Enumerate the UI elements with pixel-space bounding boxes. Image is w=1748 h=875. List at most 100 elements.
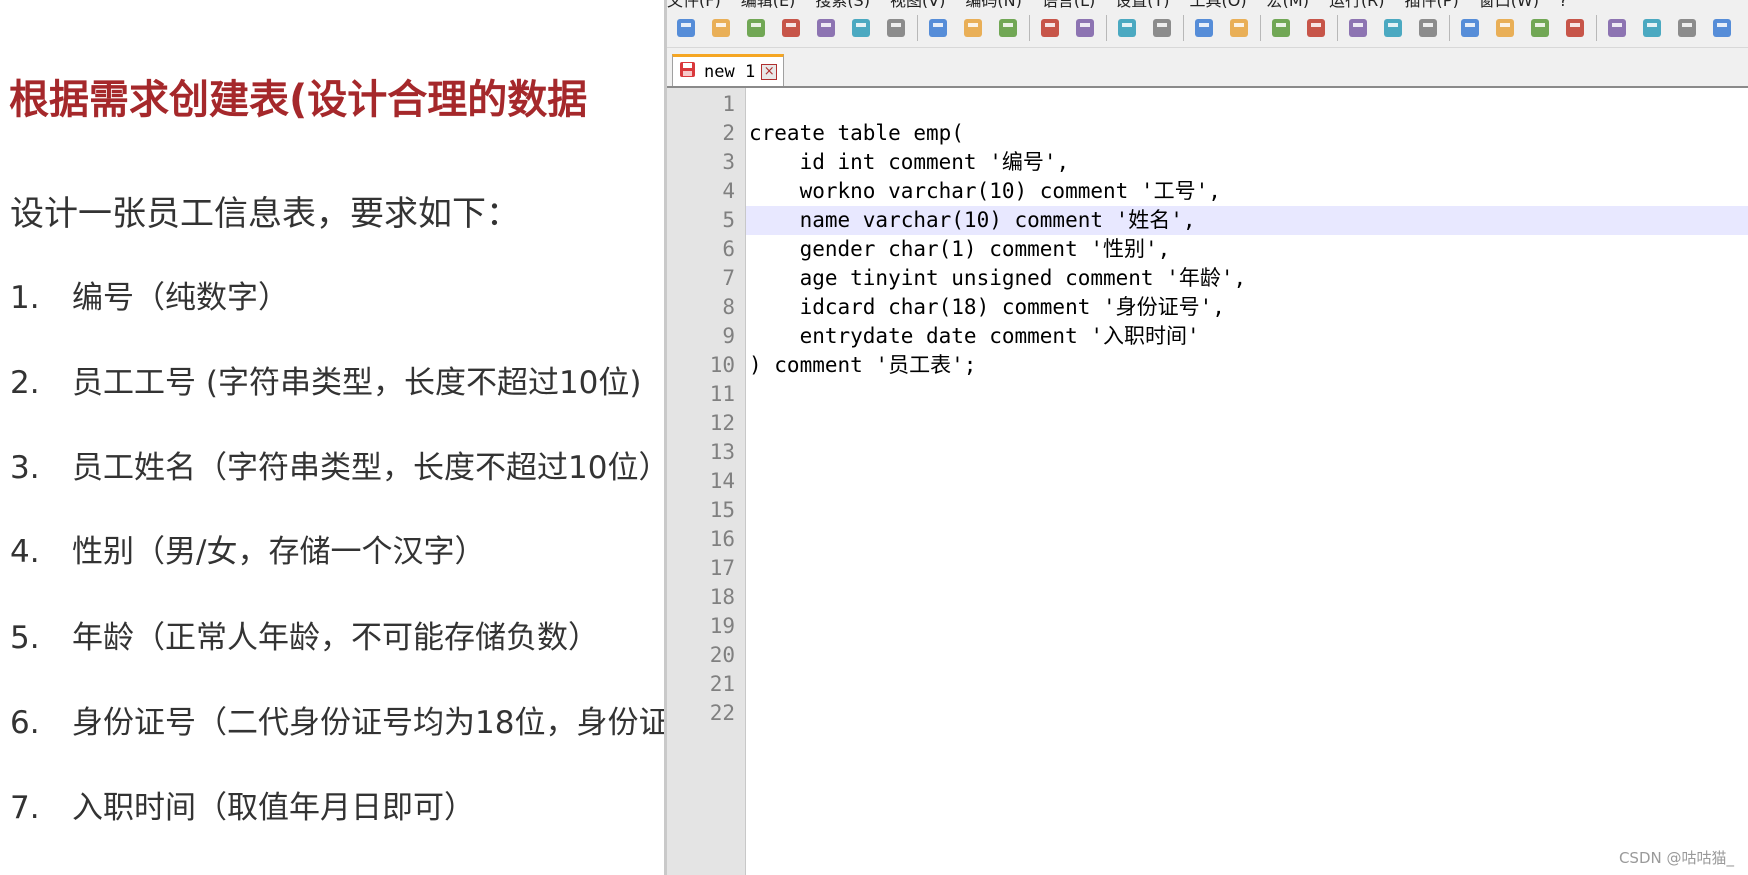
function-list-icon[interactable] [1490, 13, 1520, 43]
requirement-item: 3. 员工姓名（字符串类型，长度不超过10位） [10, 446, 664, 490]
print-icon[interactable] [881, 13, 911, 43]
copy-icon[interactable] [958, 13, 988, 43]
menu-item[interactable]: 视图(V) [890, 0, 945, 8]
toolbar-separator [1183, 14, 1184, 41]
line-number: 22 [709, 701, 735, 725]
screen: 根据需求创建表(设计合理的数据 设计一张员工信息表，要求如下： 1. 编号（纯数字… [0, 0, 1748, 875]
line-number-gutter: 1 2 3 4 5 6 7 8 9 10 11 12 13 14 15 16 17 18 19 20 21 22 [667, 88, 746, 875]
tab-close-icon[interactable]: × [761, 63, 778, 80]
zoom-out-icon[interactable] [1224, 13, 1254, 43]
cut-icon[interactable] [923, 13, 953, 43]
code-editor[interactable]: create table emp( id int comment '编号', w… [746, 88, 1748, 875]
replace-icon[interactable] [1147, 13, 1177, 43]
record-macro-icon[interactable] [1602, 13, 1632, 43]
requirement-number: 5. [10, 620, 40, 656]
line-number: 21 [709, 672, 735, 696]
line-number: 14 [709, 469, 735, 493]
code-line: gender char(1) comment '性别', [749, 237, 1171, 261]
redo-icon[interactable] [1070, 13, 1100, 43]
requirement-item: 2. 员工工号 (字符串类型，长度不超过10位) [10, 361, 642, 405]
menu-item[interactable]: 宏(M) [1267, 0, 1309, 8]
indent-guide-icon[interactable] [1413, 13, 1443, 43]
zoom-in-icon[interactable] [1189, 13, 1219, 43]
save-all-icon[interactable] [776, 13, 806, 43]
line-number: 1 [722, 92, 735, 116]
requirement-number: 4. [10, 534, 40, 570]
line-number: 10 [709, 353, 735, 377]
toolbar-separator [1029, 14, 1030, 41]
line-number: 9 [722, 324, 735, 348]
line-number: 7 [722, 266, 735, 290]
code-line: name varchar(10) comment '姓名', [749, 208, 1196, 232]
tab-bar: new 1 × [667, 48, 1748, 88]
paste-icon[interactable] [993, 13, 1023, 43]
line-number: 2 [722, 121, 735, 145]
monitor-icon[interactable] [1560, 13, 1590, 43]
run-macro-icon[interactable] [1707, 13, 1737, 43]
line-number: 15 [709, 498, 735, 522]
line-number: 6 [722, 237, 735, 261]
code-line: id int comment '编号', [749, 150, 1070, 174]
code-line: idcard char(18) comment '身份证号', [749, 295, 1225, 319]
requirement-number: 1. [10, 280, 40, 316]
menu-item[interactable]: 搜索(S) [815, 0, 870, 8]
doc-map-icon[interactable] [1455, 13, 1485, 43]
new-file-icon[interactable] [671, 13, 701, 43]
menu-item[interactable]: 设置(T) [1115, 0, 1169, 8]
line-number: 12 [709, 411, 735, 435]
line-number: 8 [722, 295, 735, 319]
menu-item[interactable]: 编辑(E) [741, 0, 796, 8]
menu-item[interactable]: 编码(N) [965, 0, 1021, 8]
menu-item[interactable]: 语言(L) [1042, 0, 1095, 8]
undo-icon[interactable] [1035, 13, 1065, 43]
requirement-number: 3. [10, 450, 40, 486]
menu-item[interactable]: 工具(O) [1190, 0, 1247, 8]
close-all-icon[interactable] [846, 13, 876, 43]
toolbar-separator [1449, 14, 1450, 41]
toolbar-separator [1260, 14, 1261, 41]
requirement-text: 性别（男/女，存储一个汉字） [72, 534, 486, 570]
requirement-item: 6. 身份证号（二代身份证号均为18位，身份证 [10, 701, 664, 745]
line-number: 18 [709, 585, 735, 609]
editor-window: 文件(F) 编辑(E) 搜索(S) 视图(V) 编码(N) 语言(L) 设置(T) 工具(O)… [664, 0, 1748, 875]
code-line: ) comment '员工表'; [749, 353, 977, 377]
save-icon[interactable] [741, 13, 771, 43]
tab-label: new 1 [704, 61, 756, 82]
requirement-item: 7. 入职时间（取值年月日即可） [10, 786, 475, 830]
code-line: entrydate date comment '入职时间' [749, 324, 1200, 348]
requirement-text: 年龄（正常人年龄，不可能存储负数） [72, 620, 599, 656]
code-line: workno varchar(10) comment '工号', [749, 179, 1221, 203]
menu-item[interactable]: 窗口(W) [1479, 0, 1539, 8]
menu-item[interactable]: 运行(R) [1329, 0, 1385, 8]
line-number: 11 [709, 382, 735, 406]
toolbar-separator [917, 14, 918, 41]
sync-horizontal-icon[interactable] [1301, 13, 1331, 43]
tab-new-1[interactable]: new 1 × [672, 54, 784, 86]
menu-item[interactable]: 插件(P) [1405, 0, 1459, 8]
requirement-item: 1. 编号（纯数字） [10, 276, 289, 320]
show-all-chars-icon[interactable] [1378, 13, 1408, 43]
line-number: 17 [709, 556, 735, 580]
requirement-text: 编号（纯数字） [72, 280, 289, 316]
close-icon[interactable] [811, 13, 841, 43]
line-number: 16 [709, 527, 735, 551]
play-macro-icon[interactable] [1672, 13, 1702, 43]
requirement-text: 员工工号 (字符串类型，长度不超过10位) [72, 365, 642, 401]
find-icon[interactable] [1112, 13, 1142, 43]
unsaved-file-icon [679, 61, 696, 82]
stop-macro-icon[interactable] [1637, 13, 1667, 43]
menu-item[interactable]: ? [1559, 0, 1568, 8]
menu-bar: 文件(F) 编辑(E) 搜索(S) 视图(V) 编码(N) 语言(L) 设置(T) 工具(O)… [667, 0, 1748, 8]
requirement-item: 5. 年龄（正常人年龄，不可能存储负数） [10, 616, 599, 660]
requirement-text: 员工姓名（字符串类型，长度不超过10位） [72, 450, 664, 486]
requirement-number: 7. [10, 790, 40, 826]
open-file-icon[interactable] [706, 13, 736, 43]
menu-item[interactable]: 文件(F) [667, 0, 721, 8]
word-wrap-icon[interactable] [1343, 13, 1373, 43]
folder-workspace-icon[interactable] [1525, 13, 1555, 43]
toolbar [667, 8, 1748, 48]
sync-vertical-icon[interactable] [1266, 13, 1296, 43]
requirement-item: 4. 性别（男/女，存储一个汉字） [10, 530, 485, 574]
toolbar-separator [1337, 14, 1338, 41]
watermark: CSDN @咕咕猫_ [1618, 849, 1734, 867]
